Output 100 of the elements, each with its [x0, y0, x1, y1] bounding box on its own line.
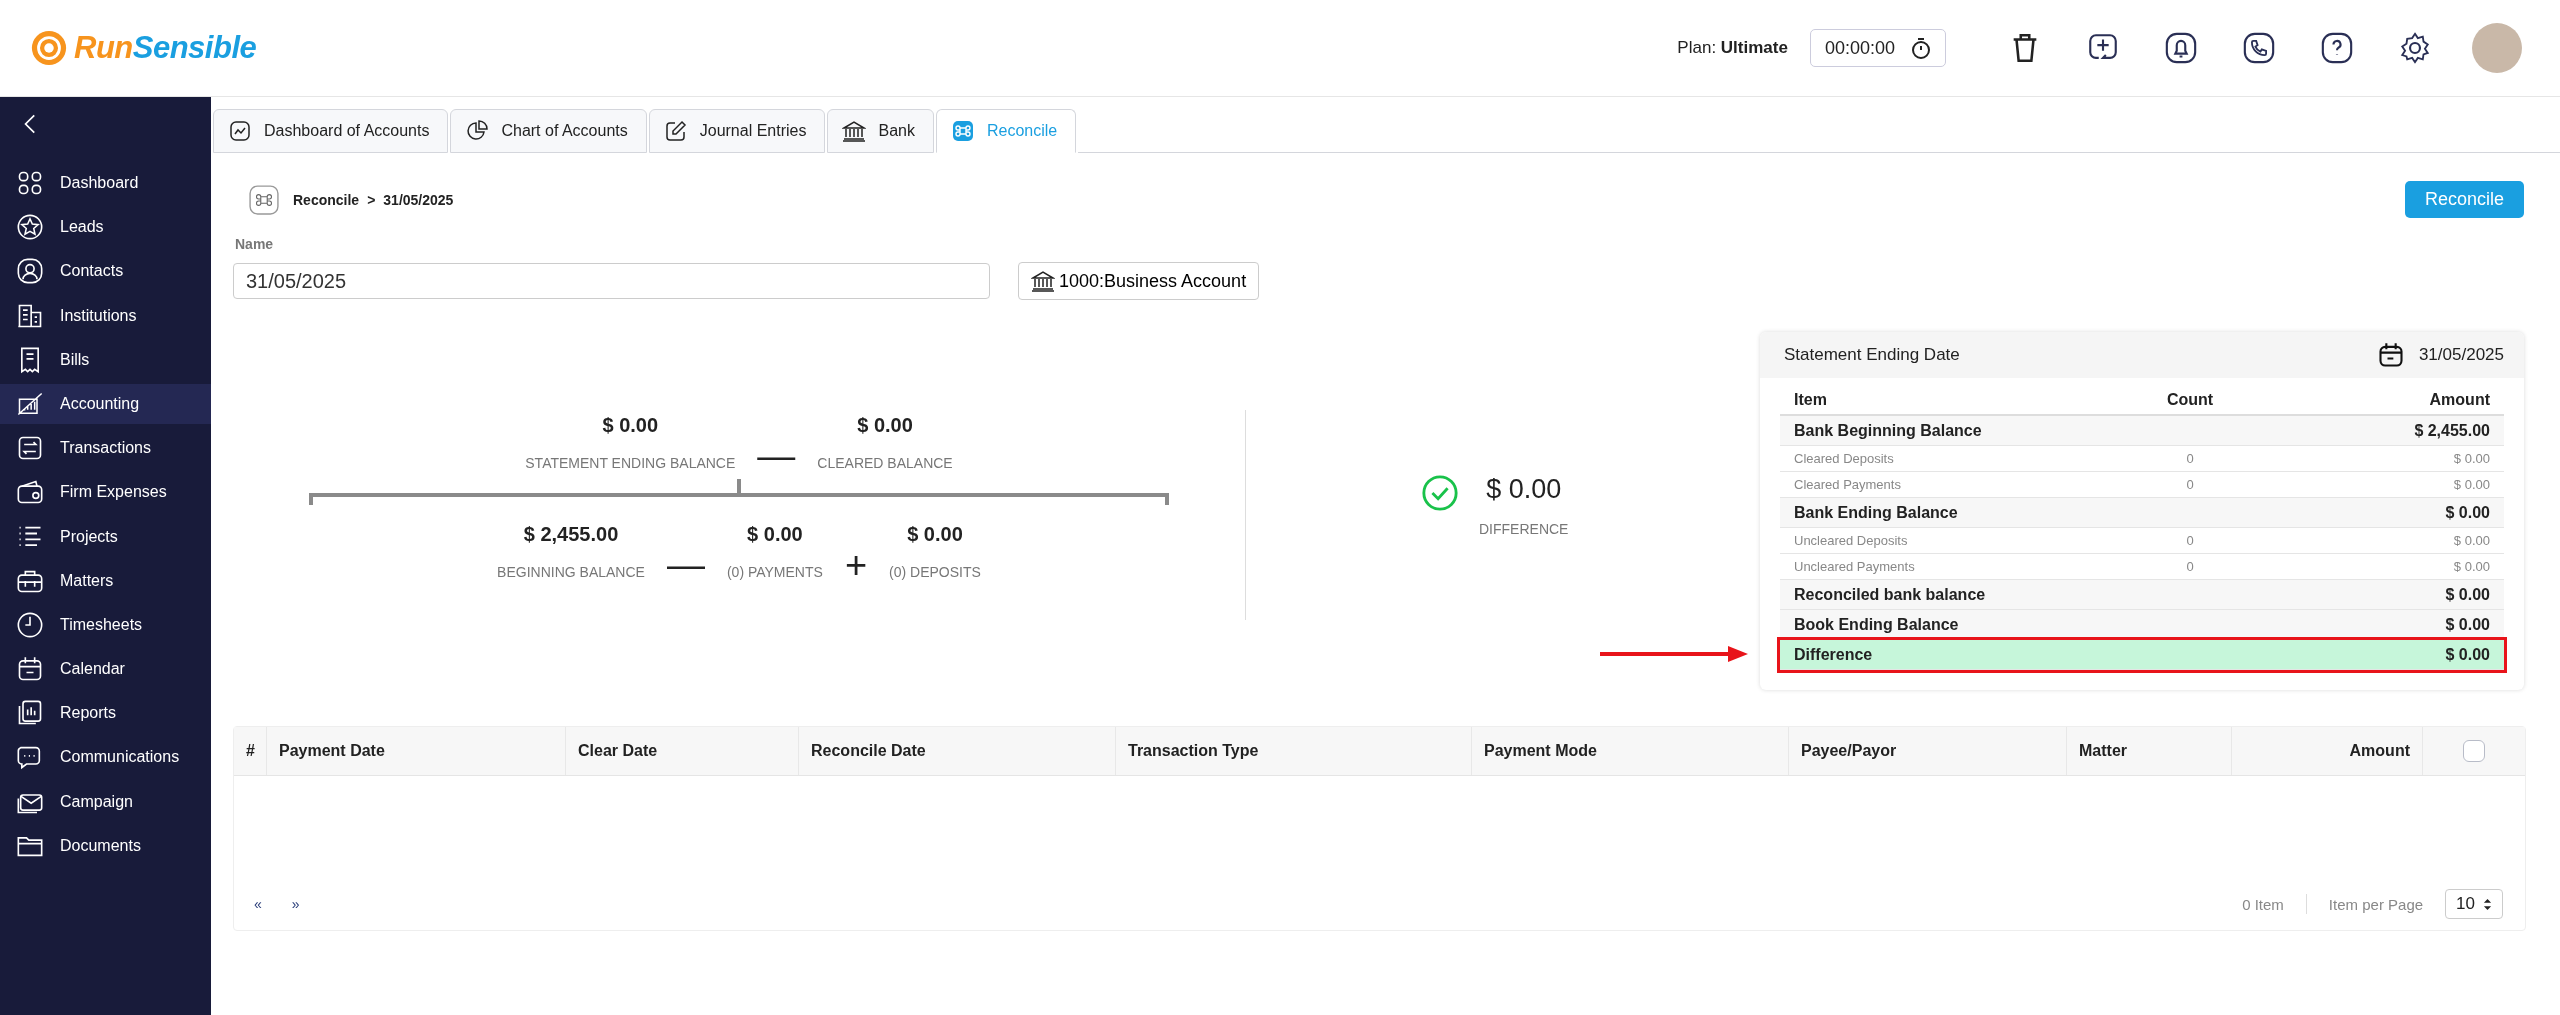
amount-cell-text: $ 0.00	[2452, 533, 2490, 548]
sidebar-item[interactable]: Reports	[0, 693, 211, 734]
per-page-select[interactable]: 10	[2445, 889, 2503, 919]
amount-cell-text: $ 2,455.00	[2413, 421, 2490, 440]
column-header: Payee/Payor	[1789, 727, 2067, 775]
sidebar-item[interactable]: Timesheets	[0, 604, 211, 645]
logo-wordmark: RunSensible	[74, 30, 257, 66]
amount-label: STATEMENT ENDING BALANCE	[525, 455, 736, 471]
difference-label: DIFFERENCE	[1479, 521, 1569, 537]
tab[interactable]: Bank	[827, 109, 934, 153]
column-header: Reconcile Date	[799, 727, 1116, 775]
sidebar-item[interactable]: Transactions	[0, 428, 211, 469]
column-header: Amount	[2232, 727, 2423, 775]
item-cell-text: Difference	[1794, 645, 1874, 664]
bell-icon[interactable]	[2164, 31, 2198, 65]
sidebar-item[interactable]: Leads	[0, 207, 211, 248]
column-header: Matter	[2067, 727, 2232, 775]
tab[interactable]: Journal Entries	[648, 109, 826, 153]
count-cell: 0	[2186, 477, 2194, 492]
operator-sign: +	[844, 546, 868, 584]
amount-cell-text: $ 0.00	[2452, 477, 2490, 492]
person-icon	[16, 257, 44, 286]
amount-value: $ 0.00	[857, 414, 913, 437]
breadcrumb-separator: >	[367, 191, 376, 208]
sidebar-item[interactable]: Communications	[0, 737, 211, 778]
calendar-icon[interactable]	[2376, 341, 2405, 369]
sidebar-item[interactable]: Matters	[0, 560, 211, 601]
sidebar-item[interactable]: Projects	[0, 516, 211, 557]
command-icon	[950, 119, 975, 143]
line-chart-icon	[228, 119, 252, 143]
item-count: 0 Item	[2242, 895, 2284, 913]
difference-value: $ 0.00	[1486, 474, 1562, 505]
amount-cell-text: $ 0.00	[2444, 503, 2490, 522]
sidebar-item[interactable]: Campaign	[0, 781, 211, 822]
grid-icon	[16, 169, 44, 197]
clock-icon	[16, 610, 44, 639]
tab[interactable]: Dashboard of Accounts	[213, 109, 449, 153]
item-cell-text: Reconciled bank balance	[1794, 585, 1987, 604]
plan-label: Plan: Ultimate	[1677, 38, 1788, 58]
tab[interactable]: Chart of Accounts	[450, 109, 647, 153]
previous-page-link[interactable]: «	[254, 896, 262, 912]
pie-chart-icon	[465, 119, 490, 143]
count-cell: 0	[2186, 533, 2194, 548]
next-page-link[interactable]: »	[291, 896, 300, 912]
amount-cell-text: $ 0.00	[2452, 451, 2490, 466]
help-icon[interactable]	[2320, 31, 2354, 65]
item-cell-text: Book Ending Balance	[1794, 615, 1960, 634]
logo-mark-icon	[30, 29, 68, 67]
breadcrumb-link[interactable]: Reconcile	[293, 191, 360, 208]
pencil-icon	[663, 119, 688, 143]
amount-cell-text: $ 0.00	[2444, 615, 2490, 634]
amount-value: $ 2,455.00	[523, 523, 619, 546]
item-cell-text: Bank Ending Balance	[1794, 503, 1959, 522]
sidebar-item[interactable]: Dashboard	[0, 163, 211, 203]
amount-label: BEGINNING BALANCE	[497, 564, 645, 580]
phone-icon[interactable]	[2242, 31, 2276, 65]
bank-icon	[1031, 269, 1055, 293]
sidebar-item[interactable]: Bills	[0, 339, 211, 380]
breadcrumb-current: 31/05/2025	[383, 191, 454, 208]
sidebar-item[interactable]: Accounting	[0, 383, 211, 424]
stopwatch-icon	[1909, 36, 1933, 60]
sidebar-item[interactable]: Firm Expenses	[0, 472, 211, 513]
column-header: #	[234, 727, 267, 775]
sidebar-item[interactable]: Documents	[0, 825, 211, 866]
amount-label: (0) DEPOSITS	[889, 564, 981, 580]
amount-label: (0) PAYMENTS	[726, 564, 823, 580]
column-header: Item	[1794, 391, 1828, 409]
amount-label: CLEARED BALANCE	[817, 455, 953, 471]
column-header: Payment Date	[267, 727, 566, 775]
item-cell-text: Cleared Deposits	[1794, 451, 1895, 466]
check-circle-icon	[1421, 474, 1459, 512]
amount-cell-text: $ 0.00	[2444, 585, 2490, 604]
item-cell-text: Cleared Payments	[1794, 477, 1902, 492]
sidebar-item[interactable]: Calendar	[0, 649, 211, 690]
panel-title: Statement Ending Date	[1784, 345, 1960, 365]
column-header: Clear Date	[566, 727, 799, 775]
command-icon	[249, 184, 279, 215]
amount-value: $ 0.00	[602, 414, 659, 437]
column-header: Payment Mode	[1472, 727, 1789, 775]
column-header: Amount	[2428, 391, 2490, 409]
item-cell-text: Uncleared Payments	[1794, 559, 1916, 574]
field-label: Name	[235, 236, 275, 252]
account-button[interactable]: 1000:Business Account	[1018, 262, 1260, 300]
settings-icon[interactable]	[2398, 31, 2432, 65]
amount-value: $ 0.00	[907, 523, 963, 546]
items-per-page-label: Item per Page	[2328, 895, 2424, 913]
item-cell-text: Uncleared Deposits	[1794, 533, 1909, 548]
item-cell-text: Bank Beginning Balance	[1794, 421, 1983, 440]
column-header: Transaction Type	[1116, 727, 1472, 775]
sidebar-item[interactable]: Contacts	[0, 251, 211, 292]
timer-field[interactable]: 00:00:00	[1809, 29, 1946, 67]
column-header: Count	[2165, 391, 2215, 409]
operator-sign: —	[757, 437, 796, 475]
bank-icon	[842, 119, 867, 143]
sidebar-item[interactable]: Institutions	[0, 295, 211, 336]
operator-sign: —	[666, 546, 705, 584]
name-field[interactable]: 31/05/2025	[233, 263, 990, 299]
select-all-checkbox[interactable]	[2463, 740, 2485, 762]
amount-value: $ 0.00	[747, 523, 803, 546]
updown-caret-icon	[2483, 897, 2492, 911]
